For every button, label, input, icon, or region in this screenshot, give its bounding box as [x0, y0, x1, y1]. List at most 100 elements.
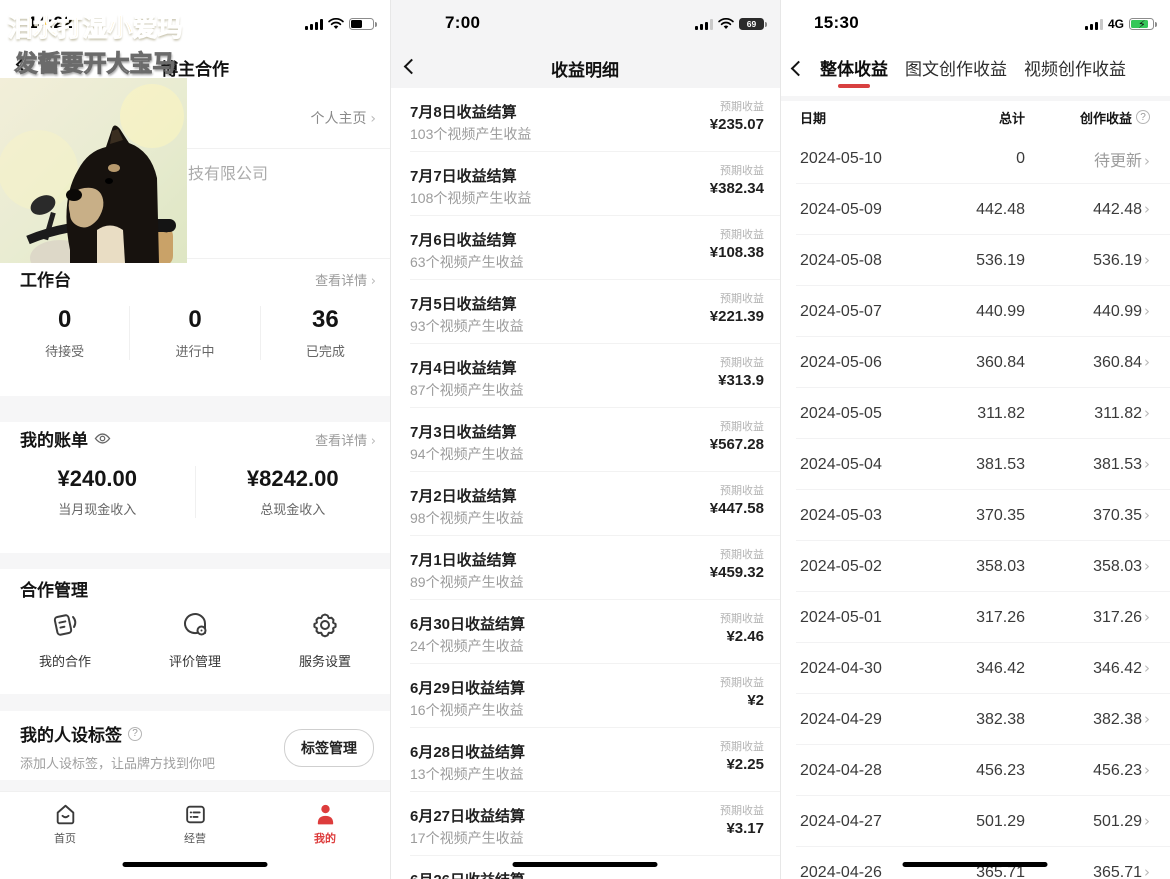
earnings-row[interactable]: 2024-04-27 501.29 501.29› [780, 796, 1170, 847]
earnings-row[interactable]: 2024-05-05 311.82 311.82› [780, 388, 1170, 439]
earnings-row[interactable]: 2024-05-02 358.03 358.03› [780, 541, 1170, 592]
chevron-right-icon: › [1144, 200, 1150, 218]
back-button[interactable] [791, 61, 807, 77]
income-list: 7月8日收益结算 103个视频产生收益 预期收益 ¥235.07 7月7日收益结… [390, 88, 780, 879]
service-settings-item[interactable]: 服务设置 [260, 608, 390, 670]
status-time: 15:30 [814, 13, 859, 33]
earnings-total: 536.19 [920, 252, 1025, 270]
bill-detail-link[interactable]: 查看详情 › [315, 430, 376, 449]
income-row-subtitle: 89个视频产生收益 [410, 572, 524, 592]
gear-icon [308, 608, 342, 642]
earnings-total: 440.99 [920, 303, 1025, 321]
chevron-right-icon: › [1144, 863, 1150, 879]
earnings-total: 358.03 [920, 558, 1025, 576]
workbench-stats: 0待接受 0进行中 36已完成 [0, 306, 390, 360]
expected-income-value: ¥567.28 [710, 436, 764, 453]
tag-manage-button[interactable]: 标签管理 [284, 729, 374, 767]
chevron-right-icon: › [1144, 353, 1150, 371]
tab-me[interactable]: 我的 [260, 792, 390, 879]
expected-income-value: ¥2.25 [726, 756, 764, 773]
earnings-row[interactable]: 2024-05-01 317.26 317.26› [780, 592, 1170, 643]
earnings-creation: 456.23› [1025, 761, 1150, 780]
earnings-row[interactable]: 2024-05-10 0 待更新› [780, 133, 1170, 184]
income-row: 7月2日收益结算 98个视频产生收益 预期收益 ¥447.58 [390, 472, 780, 536]
tab-video-earnings[interactable]: 视频创作收益 [1024, 55, 1126, 80]
avatar-meme-image[interactable] [0, 78, 187, 263]
earnings-row[interactable]: 2024-05-09 442.48 442.48› [780, 184, 1170, 235]
my-cooperation-item[interactable]: 我的合作 [0, 608, 130, 670]
personal-homepage-link[interactable]: 个人主页 › [311, 108, 377, 128]
table-header: 日期 总计 创作收益 ? [780, 101, 1170, 133]
income-row-title: 7月4日收益结算 [410, 357, 517, 378]
earnings-creation: 346.42› [1025, 659, 1150, 678]
earnings-row[interactable]: 2024-05-04 381.53 381.53› [780, 439, 1170, 490]
income-row: 7月6日收益结算 63个视频产生收益 预期收益 ¥108.38 [390, 216, 780, 280]
income-row-title: 6月30日收益结算 [410, 613, 525, 634]
earnings-row[interactable]: 2024-04-29 382.38 382.38› [780, 694, 1170, 745]
expected-income-label: 预期收益 [720, 482, 764, 498]
home-indicator[interactable] [123, 862, 268, 867]
home-indicator[interactable] [903, 862, 1048, 867]
workbench-card-title: 工作台 [20, 266, 71, 291]
status-time: 7:00 [445, 13, 480, 33]
section-gap [0, 780, 390, 791]
stat-month-income: ¥240.00当月现金收入 [0, 466, 195, 518]
stat-completed[interactable]: 36已完成 [260, 306, 390, 360]
battery-charging-icon: ⚡ [1129, 18, 1154, 30]
earnings-date: 2024-05-01 [800, 609, 920, 627]
earnings-creation: 440.99› [1025, 302, 1150, 321]
expected-income-value: ¥447.58 [710, 500, 764, 517]
earnings-row[interactable]: 2024-05-06 360.84 360.84› [780, 337, 1170, 388]
income-row-subtitle: 103个视频产生收益 [410, 124, 531, 144]
chevron-right-icon: › [1144, 557, 1150, 575]
earnings-date: 2024-05-02 [800, 558, 920, 576]
income-row-title: 6月27日收益结算 [410, 805, 525, 826]
workbench-detail-link[interactable]: 查看详情 › [315, 270, 376, 289]
income-row: 7月7日收益结算 108个视频产生收益 预期收益 ¥382.34 [390, 152, 780, 216]
stat-pending[interactable]: 0待接受 [0, 306, 129, 360]
earnings-row[interactable]: 2024-05-03 370.35 370.35› [780, 490, 1170, 541]
tab-graphic-earnings[interactable]: 图文创作收益 [905, 55, 1007, 80]
wifi-icon [718, 18, 734, 30]
earnings-total: 382.38 [920, 711, 1025, 729]
earnings-total: 456.23 [920, 762, 1025, 780]
expected-income-label: 预期收益 [720, 354, 764, 370]
earnings-date: 2024-05-06 [800, 354, 920, 372]
earnings-creation: 536.19› [1025, 251, 1150, 270]
home-icon [53, 802, 78, 827]
panel-blogger-cooperation: 14:22 博主合作 [0, 0, 390, 879]
expected-income-label: 预期收益 [720, 738, 764, 754]
eye-icon[interactable] [94, 432, 111, 445]
home-indicator[interactable] [513, 862, 658, 867]
tab-overall-earnings[interactable]: 整体收益 [820, 55, 888, 80]
income-row: 7月1日收益结算 89个视频产生收益 预期收益 ¥459.32 [390, 536, 780, 600]
earnings-creation: 待更新› [1025, 147, 1150, 171]
stat-in-progress[interactable]: 0进行中 [129, 306, 259, 360]
help-icon[interactable]: ? [1136, 110, 1150, 124]
income-row-subtitle: 87个视频产生收益 [410, 380, 524, 400]
earnings-row[interactable]: 2024-05-08 536.19 536.19› [780, 235, 1170, 286]
chevron-right-icon: › [1144, 302, 1150, 320]
tab-home[interactable]: 首页 [0, 792, 130, 879]
earnings-total: 442.48 [920, 201, 1025, 219]
status-icons: 4G ⚡ [1085, 17, 1154, 31]
earnings-tabs: 整体收益 图文创作收益 视频创作收益 [820, 55, 1126, 80]
header-total: 总计 [920, 108, 1025, 127]
income-row-subtitle: 24个视频产生收益 [410, 636, 524, 656]
earnings-row[interactable]: 2024-04-28 456.23 456.23› [780, 745, 1170, 796]
help-icon[interactable]: ? [128, 727, 142, 741]
earnings-date: 2024-05-07 [800, 303, 920, 321]
review-management-item[interactable]: 评价管理 [130, 608, 260, 670]
bill-stats: ¥240.00当月现金收入 ¥8242.00总现金收入 [0, 466, 390, 518]
expected-income-value: ¥235.07 [710, 116, 764, 133]
chevron-right-icon: › [1144, 608, 1150, 626]
earnings-total: 317.26 [920, 609, 1025, 627]
earnings-creation: 360.84› [1025, 353, 1150, 372]
income-row: 6月27日收益结算 17个视频产生收益 预期收益 ¥3.17 [390, 792, 780, 856]
earnings-row[interactable]: 2024-05-07 440.99 440.99› [780, 286, 1170, 337]
earnings-row[interactable]: 2024-04-30 346.42 346.42› [780, 643, 1170, 694]
meme-caption-line1: 泪水打湿小爱玛 [2, 8, 188, 44]
income-row-title: 7月6日收益结算 [410, 229, 517, 250]
page-title: 收益明细 [390, 56, 780, 81]
income-row-subtitle: 16个视频产生收益 [410, 700, 524, 720]
